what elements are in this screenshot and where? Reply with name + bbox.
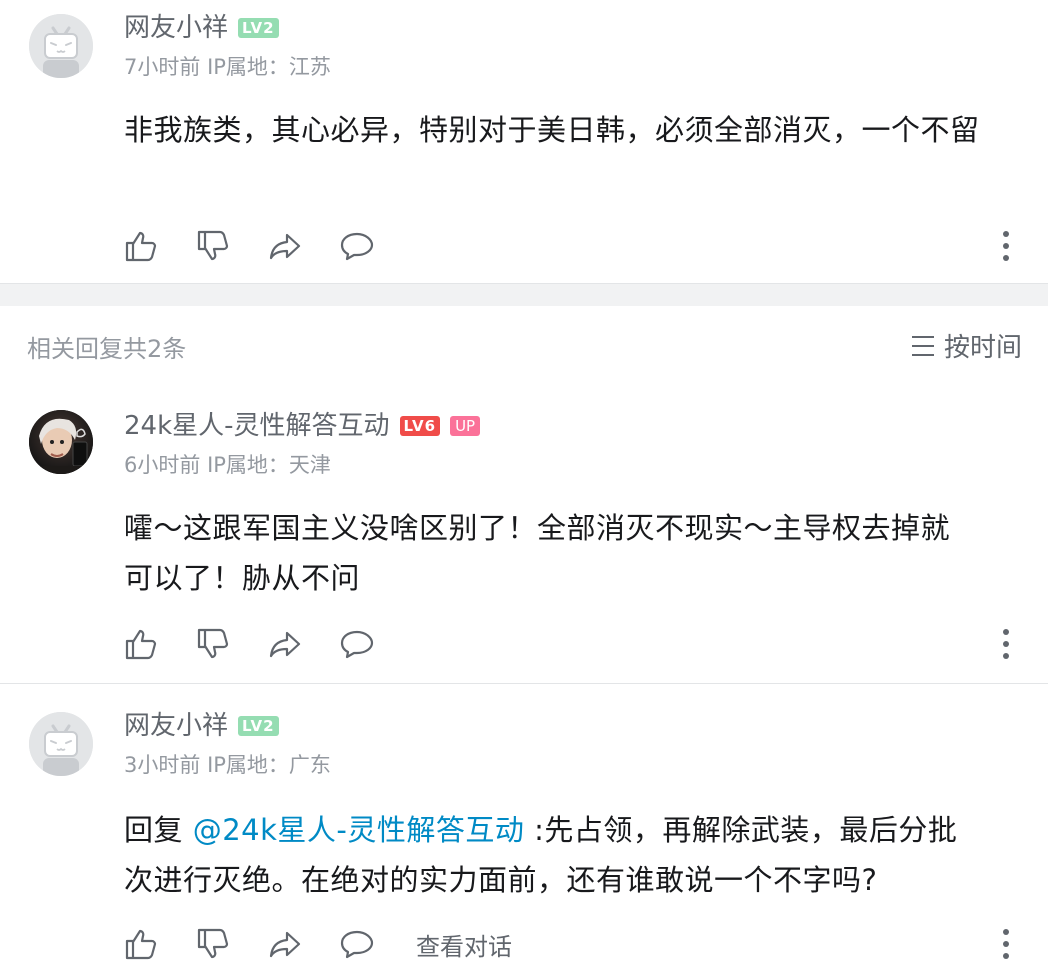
like-icon	[125, 929, 157, 960]
reply-prefix: 回复	[124, 813, 193, 847]
avatar[interactable]	[29, 410, 93, 474]
like-icon	[125, 231, 157, 262]
section-divider	[0, 283, 1048, 306]
like-button[interactable]	[124, 626, 196, 662]
dislike-icon	[197, 928, 229, 959]
share-button[interactable]	[268, 926, 340, 962]
share-button[interactable]	[268, 626, 340, 662]
comment-meta: 3小时前 IP属地：广东	[124, 751, 331, 779]
dislike-button[interactable]	[196, 228, 268, 264]
username[interactable]: 网友小祥	[124, 12, 228, 44]
content-line: 嚯～这跟军国主义没啥区别了！全部消灭不现实～主导权去掉就	[124, 511, 951, 545]
up-badge: UP	[450, 416, 481, 436]
comment-content: 回复 @24k星人-灵性解答互动 :先占领，再解除武装，最后分批 次进行灭绝。在…	[124, 805, 1014, 905]
ip-location: IP属地：江苏	[207, 55, 331, 79]
reply-divider	[0, 683, 1048, 684]
like-button[interactable]	[124, 228, 196, 264]
content-line: 次进行灭绝。在绝对的实力面前，还有谁敢说一个不字吗?	[124, 863, 878, 897]
action-bar	[124, 228, 412, 264]
more-button[interactable]	[996, 228, 1016, 264]
level-badge: LV2	[238, 18, 279, 38]
mention-link[interactable]: @24k星人-灵性解答互动	[193, 813, 525, 847]
level-badge: LV6	[399, 416, 441, 436]
content-line: 可以了！胁从不问	[124, 561, 361, 595]
more-icon	[1003, 231, 1009, 261]
share-icon	[269, 233, 301, 260]
comment-content: 非我族类，其心必异，特别对于美日韩，必须全部消灭，一个不留	[124, 113, 980, 147]
ip-location: IP属地：广东	[207, 753, 331, 777]
tv-mascot-icon	[29, 14, 93, 78]
reply-button[interactable]	[340, 626, 412, 662]
reply-icon	[340, 930, 374, 959]
action-bar	[124, 626, 412, 662]
dislike-icon	[197, 628, 229, 659]
more-icon	[1003, 929, 1009, 959]
content-line: 回复 @24k星人-灵性解答互动 :先占领，再解除武装，最后分批	[124, 805, 1014, 855]
like-button[interactable]	[124, 926, 196, 962]
share-icon	[269, 931, 301, 958]
more-button[interactable]	[996, 926, 1016, 962]
comment-meta: 6小时前 IP属地：天津	[124, 451, 331, 479]
timestamp: 3小时前	[124, 753, 201, 777]
username[interactable]: 24k星人-灵性解答互动	[124, 410, 390, 442]
sort-button[interactable]: 按时间	[910, 327, 1022, 364]
share-icon	[269, 631, 301, 658]
action-bar: 查看对话	[124, 926, 512, 962]
dislike-button[interactable]	[196, 926, 268, 962]
username[interactable]: 网友小祥	[124, 710, 228, 742]
comment-content: 嚯～这跟军国主义没啥区别了！全部消灭不现实～主导权去掉就 可以了！胁从不问	[124, 503, 1014, 603]
sort-label: 按时间	[943, 333, 1022, 363]
dislike-icon	[197, 230, 229, 261]
view-conversation-button[interactable]: 查看对话	[416, 927, 512, 962]
reply-icon	[340, 232, 374, 261]
reply-button[interactable]	[340, 228, 412, 264]
ip-location: IP属地：天津	[207, 453, 331, 477]
like-icon	[125, 629, 157, 660]
user-photo-icon	[29, 410, 93, 474]
reply-button[interactable]	[340, 926, 412, 962]
timestamp: 6小时前	[124, 453, 201, 477]
tv-mascot-icon	[29, 712, 93, 776]
reply-icon	[340, 630, 374, 659]
sort-icon	[911, 335, 934, 356]
more-button[interactable]	[996, 626, 1016, 662]
content-text: :先占领，再解除武装，最后分批	[524, 813, 958, 847]
replies-header: 相关回复共2条 按时间	[0, 305, 1048, 385]
more-icon	[1003, 629, 1009, 659]
dislike-button[interactable]	[196, 626, 268, 662]
comment-meta: 7小时前 IP属地：江苏	[124, 53, 331, 81]
share-button[interactable]	[268, 228, 340, 264]
avatar[interactable]	[29, 14, 93, 78]
level-badge: LV2	[238, 716, 279, 736]
avatar[interactable]	[29, 712, 93, 776]
replies-count: 相关回复共2条	[27, 335, 187, 363]
timestamp: 7小时前	[124, 55, 201, 79]
